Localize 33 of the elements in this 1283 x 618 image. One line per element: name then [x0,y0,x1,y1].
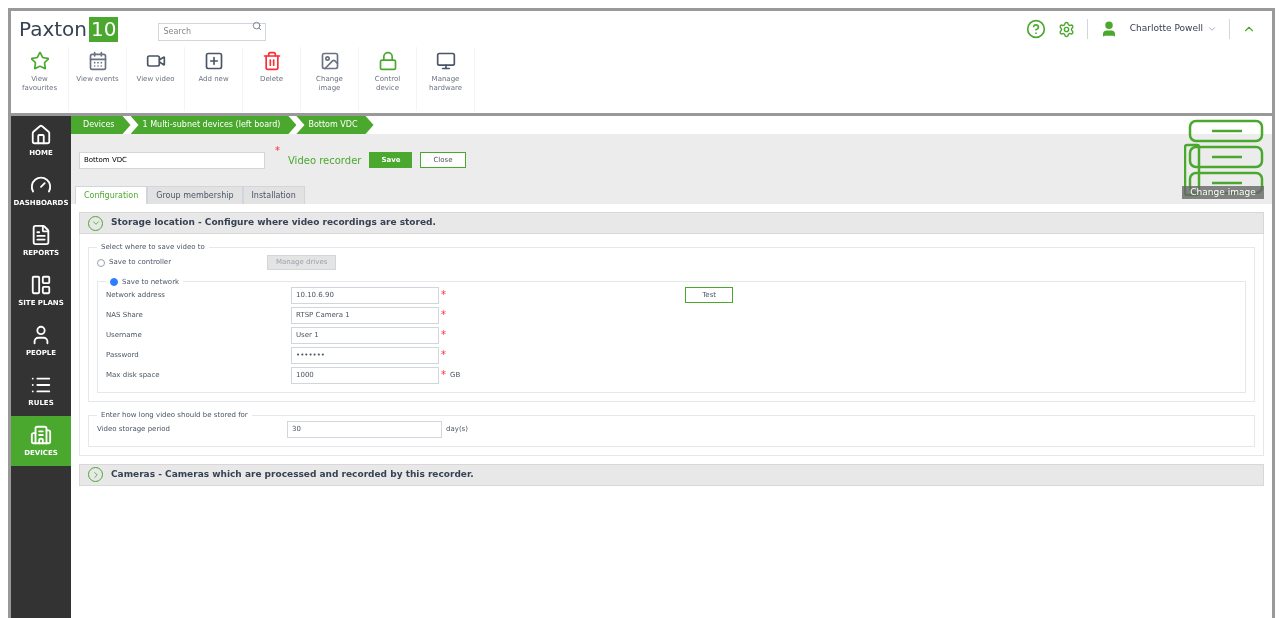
add-icon [203,51,224,71]
section-header[interactable]: Storage location - Configure where video recordings are stored. [79,212,1264,234]
required-mark: * [441,348,446,362]
search-field[interactable]: Search [158,22,267,41]
monitor-icon [435,51,456,71]
help-icon[interactable] [1025,19,1046,39]
floor-plan-icon [30,273,52,296]
logo: Paxton 10 [19,15,119,44]
required-mark: * [441,328,446,342]
user-menu[interactable]: Charlotte Powell [1129,22,1217,36]
caret-icon [1207,24,1217,34]
calendar-icon [87,51,108,71]
change-image-label[interactable]: Change image [1182,185,1264,199]
padlock-icon [377,51,398,71]
required-mark: * [441,308,446,322]
settings-icon[interactable] [1057,20,1075,38]
tab[interactable]: Installation [242,186,305,204]
required-mark: * [275,144,280,158]
star-icon [29,51,50,71]
building-icon [30,423,52,446]
home-icon [30,123,52,146]
section-title: Storage location - Configure where video recordings are stored. [111,216,436,230]
device-type: Video recorder [288,153,362,168]
tab[interactable]: Group membership [147,186,243,204]
required-mark: * [441,368,446,382]
image-icon [319,51,340,71]
section-title: Cameras - Cameras which are processed and recorded by this recorder. [111,467,474,481]
report-icon [30,223,52,246]
trash-icon [261,51,282,71]
device-image[interactable]: Change image [1182,117,1264,199]
section-header[interactable]: Cameras - Cameras which are processed and recorded by this recorder. [79,463,1264,486]
required-mark: * [441,288,446,302]
search-icon [252,21,263,31]
